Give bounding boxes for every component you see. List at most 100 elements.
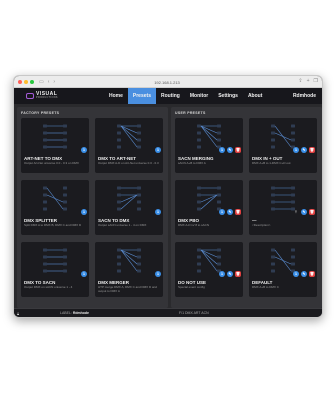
preset-actions: 1 — [81, 271, 87, 277]
factory-preset-card[interactable]: DMX TO ART-NET Output DMX A-D on Art-Net … — [95, 118, 163, 173]
forward-icon[interactable]: › — [53, 79, 55, 85]
tabs-icon[interactable]: ❐ — [314, 78, 318, 84]
preset-routing-diagram — [43, 186, 67, 211]
user-preset-card[interactable]: — <Description> ⇡ ✎ 🗑 — [249, 180, 317, 235]
delete-preset-button[interactable]: 🗑 — [235, 147, 241, 153]
zoom-dot[interactable] — [30, 79, 34, 84]
preset-actions: 1 ✎ 🗑 — [293, 271, 315, 277]
status-label: LABEL: Rdmhode — [60, 311, 89, 315]
preset-actions: 1 ✎ 🗑 — [219, 209, 241, 215]
load-preset-button[interactable]: 1 — [219, 147, 225, 153]
address-bar[interactable]: 192.168.1.213 — [112, 78, 222, 86]
preset-actions: 1 ✎ 🗑 — [293, 147, 315, 153]
preset-actions: 1 — [155, 271, 161, 277]
preset-description: Output sACN universe 1 - 4 on DMX — [98, 223, 147, 227]
status-label-prefix: LABEL: — [60, 311, 72, 315]
preset-description: Output DMX A-D on Art-Net universe 0.0 -… — [98, 161, 159, 165]
load-preset-button[interactable]: 1 — [219, 209, 225, 215]
browser-window: ▭ ‹ › 192.168.1.213 ⇪ + ❐ VISUAL PRODUCT… — [13, 75, 323, 318]
preset-actions: 1 — [81, 209, 87, 215]
preset-description: Special event config — [178, 285, 205, 289]
factory-preset-card[interactable]: DMX TO SACN Output DMX on sACN universe 1… — [21, 242, 89, 297]
logo-subtitle: PRODUCTIONS — [36, 96, 58, 100]
user-preset-card[interactable]: DO NOT USE Special event config 1 ✎ 🗑 — [175, 242, 243, 297]
sidebar-icon[interactable]: ▭ — [39, 79, 44, 85]
load-preset-button[interactable]: 1 — [293, 271, 299, 277]
nav-about[interactable]: About — [243, 88, 267, 104]
window-controls — [18, 79, 34, 84]
edit-preset-button[interactable]: ✎ — [301, 147, 307, 153]
load-preset-button[interactable]: 1 — [219, 271, 225, 277]
node-name: Rdmhode — [292, 93, 316, 99]
preset-actions: 1 ✎ 🗑 — [219, 147, 241, 153]
preset-actions: ⇡ ✎ 🗑 — [293, 209, 315, 215]
preset-routing-diagram — [43, 248, 67, 273]
nav-monitor[interactable]: Monitor — [185, 88, 213, 104]
factory-presets-title: FACTORY PRESETS — [21, 111, 60, 115]
factory-preset-card[interactable]: SACN TO DMX Output sACN universe 1 - 4 on… — [95, 180, 163, 235]
load-preset-button[interactable]: 1 — [81, 209, 87, 215]
preset-description: <Description> — [252, 223, 271, 227]
back-icon[interactable]: ‹ — [48, 79, 50, 85]
delete-preset-button[interactable]: 🗑 — [309, 209, 315, 215]
factory-preset-card[interactable]: DMX SPLITTER Split DMX A to DMX B, DMX C … — [21, 180, 89, 235]
preset-routing-diagram — [117, 186, 141, 211]
load-preset-button[interactable]: 1 — [155, 147, 161, 153]
nav-presets[interactable]: Presets — [127, 88, 156, 104]
factory-preset-card[interactable]: ART-NET TO DMX Output Art-Net universe 0.… — [21, 118, 89, 173]
preset-description: DMX A-D in/ 8 to sACN — [178, 223, 210, 227]
delete-preset-button[interactable]: 🗑 — [235, 209, 241, 215]
share-icon[interactable]: ⇪ — [298, 78, 302, 84]
status-bar: 🔒︎ LABEL: Rdmhode F/1 DMX ART ACN — [14, 308, 322, 317]
new-tab-icon[interactable]: + — [307, 78, 310, 84]
user-preset-card[interactable]: DMX PBO DMX A-D in/ 8 to sACN 1 ✎ 🗑 — [175, 180, 243, 235]
presets-content: FACTORY PRESETS ART-NET TO DMX Output Art… — [14, 104, 322, 310]
logo-mark-icon — [26, 93, 34, 99]
preset-actions: 1 — [155, 147, 161, 153]
preset-routing-diagram — [117, 248, 141, 273]
main-nav: Home Presets Routing Monitor Settings Ab… — [104, 88, 267, 104]
load-preset-button[interactable]: 1 — [293, 147, 299, 153]
nav-home[interactable]: Home — [104, 88, 128, 104]
preset-description: DMX A+B to DMX C — [252, 285, 279, 289]
factory-presets-panel: FACTORY PRESETS ART-NET TO DMX Output Art… — [17, 107, 168, 308]
user-preset-card[interactable]: DEFAULT DMX A+B to DMX C 1 ✎ 🗑 — [249, 242, 317, 297]
edit-preset-button[interactable]: ✎ — [227, 209, 233, 215]
edit-preset-button[interactable]: ✎ — [227, 147, 233, 153]
preset-routing-diagram — [117, 124, 141, 149]
user-preset-card[interactable]: DMX IN + OUT DMX A+B to 1-DMX C+D out 1 ✎ 🗑 — [249, 118, 317, 173]
minimize-dot[interactable] — [24, 79, 28, 84]
preset-actions: 1 — [155, 209, 161, 215]
delete-preset-button[interactable]: 🗑 — [235, 271, 241, 277]
load-preset-button[interactable]: 1 — [81, 271, 87, 277]
factory-preset-card[interactable]: DMX MERGER HTP merge DMX A, DMX C and DMX… — [95, 242, 163, 297]
close-dot[interactable] — [18, 79, 22, 84]
upload-icon[interactable]: ⇡ — [293, 209, 299, 215]
preset-description: DMX A+B to 1-DMX C+D out — [252, 161, 291, 165]
edit-preset-button[interactable]: ✎ — [301, 271, 307, 277]
preset-description: sACN A+B to DMX A — [178, 161, 206, 165]
nav-settings[interactable]: Settings — [213, 88, 243, 104]
app-header: VISUAL PRODUCTIONS Home Presets Routing … — [14, 88, 322, 104]
user-presets-panel: USER PRESETS SACN MERGING sACN A+B to DMX… — [171, 107, 322, 308]
lock-icon: 🔒︎ — [17, 310, 20, 316]
edit-preset-button[interactable]: ✎ — [227, 271, 233, 277]
delete-preset-button[interactable]: 🗑 — [309, 271, 315, 277]
edit-preset-button[interactable]: ✎ — [301, 209, 307, 215]
preset-description: Split DMX A to DMX B, DMX C and DMX D — [24, 223, 82, 227]
load-preset-button[interactable]: 1 — [155, 209, 161, 215]
preset-actions: 1 ✎ 🗑 — [219, 271, 241, 277]
logo: VISUAL PRODUCTIONS — [26, 92, 58, 100]
load-preset-button[interactable]: 1 — [155, 271, 161, 277]
nav-routing[interactable]: Routing — [156, 88, 185, 104]
user-presets-title: USER PRESETS — [175, 111, 206, 115]
preset-description: Output Art-Net universe 0.0 - 0.3 on DMX — [24, 161, 79, 165]
delete-preset-button[interactable]: 🗑 — [309, 147, 315, 153]
load-preset-button[interactable]: 1 — [81, 147, 87, 153]
browser-chrome: ▭ ‹ › 192.168.1.213 ⇪ + ❐ — [14, 76, 322, 88]
preset-routing-diagram — [43, 124, 67, 149]
preset-description: Output DMX on sACN universe 1 - 4 — [24, 285, 73, 289]
user-preset-card[interactable]: SACN MERGING sACN A+B to DMX A 1 ✎ 🗑 — [175, 118, 243, 173]
preset-description: HTP merge DMX A, DMX C and DMX D and out… — [98, 285, 157, 293]
status-label-value: Rdmhode — [72, 311, 89, 315]
